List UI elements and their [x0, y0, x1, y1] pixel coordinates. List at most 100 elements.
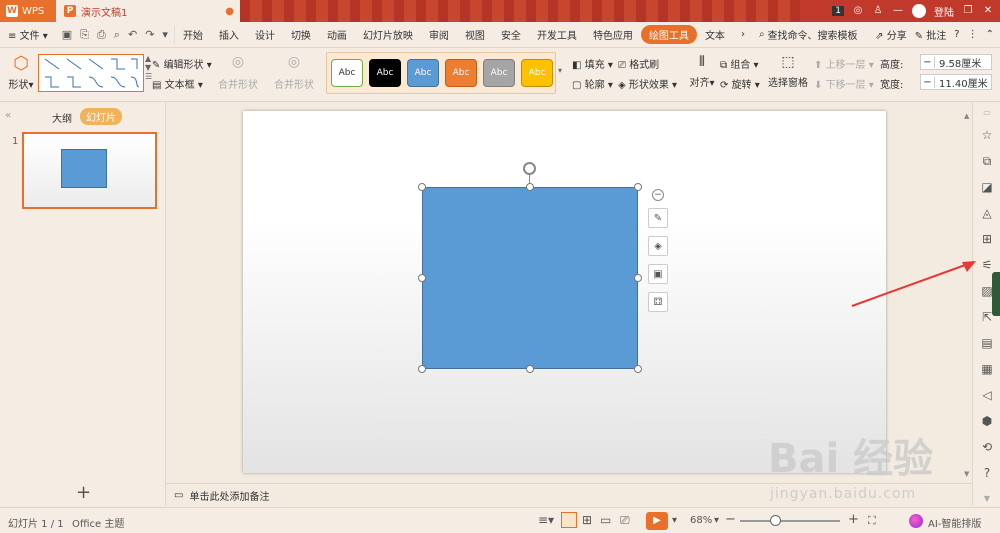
share-button[interactable]: ⇗ 分享	[875, 27, 907, 42]
textbox-button[interactable]: ▤ 文本框 ▾	[152, 76, 203, 91]
shape-library-icon[interactable]: ⚃	[648, 292, 668, 312]
fill-button[interactable]: ◧ 填充 ▾	[572, 56, 613, 71]
menu-item-4[interactable]: 动画	[319, 27, 355, 42]
add-slide-icon[interactable]: +	[76, 482, 91, 503]
slide-thumbnail[interactable]	[22, 132, 157, 209]
notes-area[interactable]: ▭ 单击此处添加备注	[166, 483, 972, 506]
side-tab-handle[interactable]	[992, 272, 1000, 316]
edit-shape-button[interactable]: ✎ 编辑形状 ▾	[152, 56, 212, 71]
login-label[interactable]: 登陆	[934, 4, 954, 19]
menu-item-5[interactable]: 幻灯片放映	[355, 27, 421, 42]
shape-gallery[interactable]	[38, 54, 144, 92]
undo-icon[interactable]: ↶	[128, 28, 137, 41]
shape-button[interactable]: ⬡ 形状▾	[6, 54, 36, 92]
fit-window-icon[interactable]: ⛶	[868, 514, 876, 528]
help-circle-icon[interactable]: ?	[980, 466, 994, 480]
shape-style-1[interactable]: Abc	[369, 59, 401, 87]
bring-forward-button[interactable]: ⬆ 上移一层 ▾	[814, 56, 874, 71]
normal-view-icon[interactable]	[561, 512, 577, 528]
align-button[interactable]: ⫴ 对齐▾	[688, 54, 716, 89]
resize-handle-br[interactable]	[634, 365, 642, 373]
close-window-icon[interactable]: ✕	[982, 5, 994, 17]
theme-name[interactable]: Office 主题	[72, 515, 124, 530]
fill-bucket-icon[interactable]: ◈	[648, 236, 668, 256]
template-icon[interactable]: ⎘	[80, 28, 89, 42]
menu-scroll-right[interactable]: ›	[733, 29, 753, 40]
style-gallery-more-icon[interactable]: ▾	[558, 66, 562, 75]
zoom-slider-knob[interactable]	[770, 515, 781, 526]
shape-outline-icon[interactable]: ◪	[980, 180, 994, 194]
menu-item-1[interactable]: 插入	[211, 27, 247, 42]
history-icon[interactable]: ⟲	[980, 440, 994, 454]
rotate-button[interactable]: ⟳ 旋转 ▾	[720, 76, 760, 91]
menu-item-11[interactable]: 绘图工具	[640, 25, 697, 44]
format-painter-button[interactable]: ⎚ 格式刷	[618, 56, 659, 71]
restore-icon[interactable]: ❐	[962, 5, 974, 17]
unsaved-dot-icon[interactable]: ●	[225, 6, 234, 17]
right-bar-top-icon[interactable]: ▭	[980, 106, 994, 120]
reading-view-icon[interactable]: ▭	[600, 513, 611, 527]
copy-shape-icon[interactable]: ⧉	[980, 154, 994, 168]
command-search[interactable]: ⌕ 查找命令、搜索模板	[753, 27, 864, 42]
notes-toggle-icon[interactable]: ≡▾	[538, 513, 554, 527]
more-quick-icon[interactable]: ▾	[162, 28, 168, 41]
object-properties-icon[interactable]: ⚟	[980, 258, 994, 272]
tab-document[interactable]: P 演示文稿1 ●	[56, 0, 240, 22]
file-menu[interactable]: ≡ 文件 ▾	[0, 27, 56, 42]
rotate-handle-icon[interactable]	[523, 162, 536, 175]
animation-icon[interactable]: ◬	[980, 206, 994, 220]
archive-icon[interactable]: ▤	[980, 336, 994, 350]
menu-item-10[interactable]: 特色应用	[585, 27, 641, 42]
shape-style-0[interactable]: Abc	[331, 59, 363, 87]
merge-shape-button-2[interactable]: ◎ 合并形状	[272, 54, 316, 91]
shape-style-5[interactable]: Abc	[521, 59, 553, 87]
float-toolbar-collapse-icon[interactable]: −	[652, 189, 664, 201]
menu-item-7[interactable]: 视图	[457, 27, 493, 42]
resize-handle-t[interactable]	[526, 183, 534, 191]
presenter-view-icon[interactable]: ⎚	[620, 513, 630, 528]
right-bar-scroll-icon[interactable]: ▼	[980, 492, 994, 506]
resize-handle-tr[interactable]	[634, 183, 642, 191]
slideshow-options-icon[interactable]: ▾	[672, 515, 677, 526]
resize-handle-r[interactable]	[634, 274, 642, 282]
comment-button[interactable]: ✎ 批注	[915, 27, 947, 42]
menu-item-8[interactable]: 安全	[493, 27, 529, 42]
scroll-up-icon[interactable]: ▲	[964, 112, 969, 120]
security-icon[interactable]: ⬢	[980, 414, 994, 428]
send-backward-button[interactable]: ⬇ 下移一层 ▾	[814, 76, 874, 91]
height-decrease-icon[interactable]: −	[921, 56, 935, 68]
menu-item-12[interactable]: 文本	[697, 27, 733, 42]
resize-handle-bl[interactable]	[418, 365, 426, 373]
resize-handle-b[interactable]	[526, 365, 534, 373]
tab-outline[interactable]: 大纲	[52, 110, 72, 125]
merge-shape-button[interactable]: ◎ 合并形状	[216, 54, 260, 91]
menu-item-6[interactable]: 审阅	[421, 27, 457, 42]
resize-handle-tl[interactable]	[418, 183, 426, 191]
shape-style-2[interactable]: Abc	[407, 59, 439, 87]
resize-handle-l[interactable]	[418, 274, 426, 282]
menu-item-2[interactable]: 设计	[247, 27, 283, 42]
group-button[interactable]: ⧉ 组合 ▾	[720, 56, 759, 71]
tab-wps-home[interactable]: W WPS	[0, 0, 56, 22]
avatar[interactable]	[912, 4, 926, 18]
minimize-icon[interactable]: —	[892, 5, 904, 17]
sorter-view-icon[interactable]: ⊞	[582, 513, 592, 527]
redo-icon[interactable]: ↷	[145, 28, 154, 41]
ai-layout-label[interactable]: AI-智能排版	[928, 515, 981, 530]
menu-item-0[interactable]: 开始	[175, 27, 211, 42]
zoom-slider[interactable]	[740, 520, 840, 522]
zoom-value[interactable]: 68%	[690, 515, 712, 526]
collapse-ribbon-icon[interactable]: ⌃	[986, 29, 994, 40]
height-field[interactable]: − 9.58厘米	[920, 54, 992, 70]
shirt-icon[interactable]: ♙	[872, 5, 884, 17]
pen-tool-icon[interactable]: ✎	[648, 208, 668, 228]
save-icon[interactable]: ▣	[62, 28, 72, 41]
zoom-in-icon[interactable]: +	[848, 512, 859, 527]
width-field[interactable]: − 11.40厘米	[920, 74, 992, 90]
more-icon[interactable]: ⋮	[968, 29, 978, 40]
scroll-down-icon[interactable]: ▼	[964, 470, 969, 478]
shape-effect-button[interactable]: ◈ 形状效果 ▾	[618, 76, 677, 91]
menu-item-3[interactable]: 切换	[283, 27, 319, 42]
object-star-icon[interactable]: ☆	[980, 128, 994, 142]
skin-icon[interactable]: ◎	[852, 5, 864, 17]
